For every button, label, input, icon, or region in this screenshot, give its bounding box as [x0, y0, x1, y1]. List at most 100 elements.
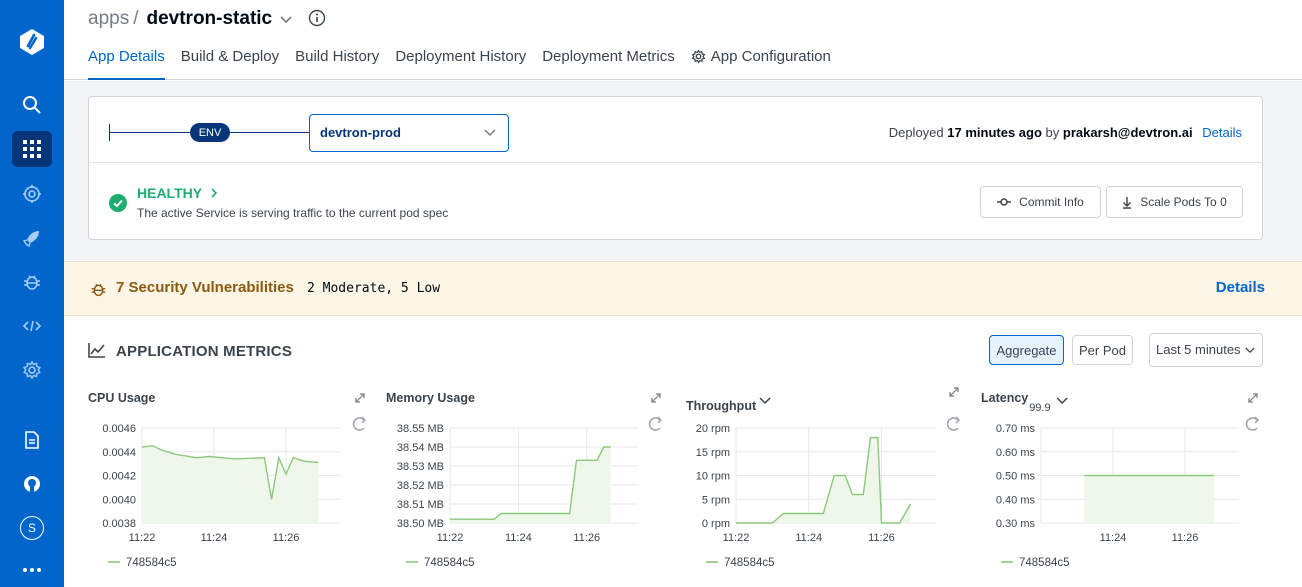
tab-build-deploy[interactable]: Build & Deploy: [181, 48, 279, 80]
github-icon[interactable]: [12, 466, 52, 502]
x-tick-label: 11:26: [273, 532, 300, 544]
health-status-link[interactable]: HEALTHY: [137, 185, 218, 201]
metrics-charts-svg: CPU Usage 0.0046 0.0044 0.0042 0.0040 0.0038 1…: [88, 387, 1259, 569]
deployment-rocket-icon[interactable]: [12, 220, 52, 256]
breadcrumb: apps / devtron-static: [88, 8, 326, 30]
y-tick-label: 10 rpm: [696, 471, 730, 483]
tab-deployment-metrics[interactable]: Deployment Metrics: [542, 48, 675, 80]
legend-label[interactable]: 748584c5: [424, 557, 475, 569]
time-range-select[interactable]: Last 5 minutes: [1149, 333, 1263, 367]
y-tick-label: 38.54 MB: [397, 442, 444, 454]
chart-title: Latency: [981, 391, 1028, 405]
y-tick-label: 0.0042: [102, 471, 136, 483]
tab-app-details[interactable]: App Details: [88, 48, 165, 80]
tab-build-history[interactable]: Build History: [295, 48, 379, 80]
devtron-logo-icon[interactable]: [12, 24, 52, 60]
series-line: [736, 436, 912, 524]
y-tick-label: 0.50 ms: [996, 471, 1036, 483]
tab-label: Build & Deploy: [180, 48, 280, 65]
scale-pods-button[interactable]: Scale Pods To 0: [1106, 186, 1243, 218]
y-tick-label: 38.53 MB: [397, 461, 444, 473]
y-tick-label: 0.70 ms: [996, 423, 1036, 435]
global-settings-icon[interactable]: [12, 352, 52, 388]
gear-icon: [691, 49, 706, 64]
vulnerabilities-title: 7 Security Vulnerabilities: [116, 279, 294, 296]
code-icon[interactable]: [12, 308, 52, 344]
tab-label: App Details: [88, 48, 165, 65]
refresh-icon[interactable]: [946, 417, 959, 431]
chart-title: Memory Usage: [386, 391, 475, 405]
per-pod-toggle[interactable]: Per Pod: [1072, 335, 1133, 365]
legend-label[interactable]: 748584c5: [1019, 557, 1070, 569]
tab-deployment-history[interactable]: Deployment History: [395, 48, 526, 80]
environment-select[interactable]: devtron-prod: [309, 114, 509, 152]
security-bug-icon[interactable]: [12, 264, 52, 300]
chevron-down-icon[interactable]: [280, 16, 292, 24]
chart-subtitle: 99.9: [1029, 402, 1050, 414]
expand-icon[interactable]: [651, 393, 661, 403]
chevron-right-icon: [211, 188, 217, 198]
environment-status-card: ENV devtron-prod Deployed 17 minutes ago…: [88, 96, 1263, 240]
chart-panel: Memory Usage 38.55 MB 38.54 MB 38.53 MB 38.5…: [386, 391, 662, 569]
app-header: apps / devtron-static App Details Build …: [64, 0, 1302, 80]
health-status-text: HEALTHY: [137, 185, 202, 201]
chevron-down-icon[interactable]: [759, 397, 771, 405]
y-tick-label: 15 rpm: [696, 447, 730, 459]
x-tick-label: 11:22: [129, 532, 156, 544]
chart-title: CPU Usage: [88, 391, 155, 405]
bug-icon: [91, 283, 106, 297]
tab-label: Deployment Metrics: [542, 48, 675, 65]
chevron-down-icon[interactable]: [1056, 397, 1068, 405]
chart-store-icon[interactable]: [12, 176, 52, 212]
user-avatar[interactable]: S: [12, 510, 52, 546]
chart-panel: CPU Usage 0.0046 0.0044 0.0042 0.0040 0.0038 1…: [88, 391, 366, 569]
y-tick-label: 38.52 MB: [397, 480, 444, 492]
deployment-info: Deployed 17 minutes ago by prakarsh@devt…: [889, 125, 1242, 140]
commit-info-label: Commit Info: [1019, 195, 1084, 209]
y-tick-label: 38.50 MB: [397, 518, 444, 530]
x-tick-label: 11:22: [723, 532, 750, 544]
tab-label: App Configuration: [710, 48, 831, 65]
breadcrumb-apps[interactable]: apps: [88, 8, 129, 30]
refresh-icon[interactable]: [352, 417, 365, 431]
series-area: [142, 445, 319, 523]
expand-icon[interactable]: [355, 393, 365, 403]
x-tick-label: 11:24: [505, 532, 532, 544]
y-tick-label: 0.0046: [102, 423, 136, 435]
refresh-icon[interactable]: [1245, 417, 1258, 431]
tab-app-configuration[interactable]: App Configuration: [691, 48, 831, 80]
commit-info-button[interactable]: Commit Info: [980, 186, 1101, 218]
env-pill: ENV: [190, 123, 230, 142]
expand-icon[interactable]: [949, 387, 959, 397]
deployed-user: prakarsh@devtron.ai: [1062, 125, 1193, 140]
documentation-icon[interactable]: [12, 422, 52, 458]
chevron-down-icon: [484, 129, 496, 137]
legend-label[interactable]: 748584c5: [724, 557, 775, 569]
y-tick-label: 0 rpm: [702, 518, 730, 530]
legend-label[interactable]: 748584c5: [126, 557, 177, 569]
time-range-value: Last 5 minutes: [1156, 342, 1241, 357]
y-tick-label: 0.0040: [102, 494, 136, 506]
x-tick-label: 11:24: [201, 532, 228, 544]
deployed-time: 17 minutes ago: [947, 125, 1042, 140]
aggregate-toggle[interactable]: Aggregate: [989, 335, 1064, 365]
tab-label: Deployment History: [395, 48, 527, 65]
more-options-icon[interactable]: [12, 552, 52, 587]
scale-down-icon: [1123, 196, 1132, 209]
deployment-details-link[interactable]: Details: [1202, 125, 1242, 140]
healthy-check-icon: [109, 194, 127, 212]
y-tick-label: 0.0038: [102, 518, 136, 530]
left-nav: S: [0, 0, 64, 587]
metrics-charts: CPU Usage 0.0046 0.0044 0.0042 0.0040 0.0038 1…: [64, 384, 1302, 587]
health-description: The active Service is serving traffic to…: [137, 206, 449, 220]
refresh-icon[interactable]: [648, 417, 661, 431]
expand-icon[interactable]: [1248, 393, 1258, 403]
x-tick-label: 11:22: [437, 532, 464, 544]
security-vulnerabilities-bar: 7 Security Vulnerabilities 2 Moderate, 5…: [64, 261, 1302, 316]
x-tick-label: 11:26: [1172, 532, 1199, 544]
applications-grid-icon[interactable]: [12, 131, 52, 167]
info-icon[interactable]: [308, 9, 326, 27]
series-area: [1084, 475, 1214, 523]
vulnerabilities-details-link[interactable]: Details: [1216, 279, 1265, 296]
search-icon[interactable]: [12, 87, 52, 123]
